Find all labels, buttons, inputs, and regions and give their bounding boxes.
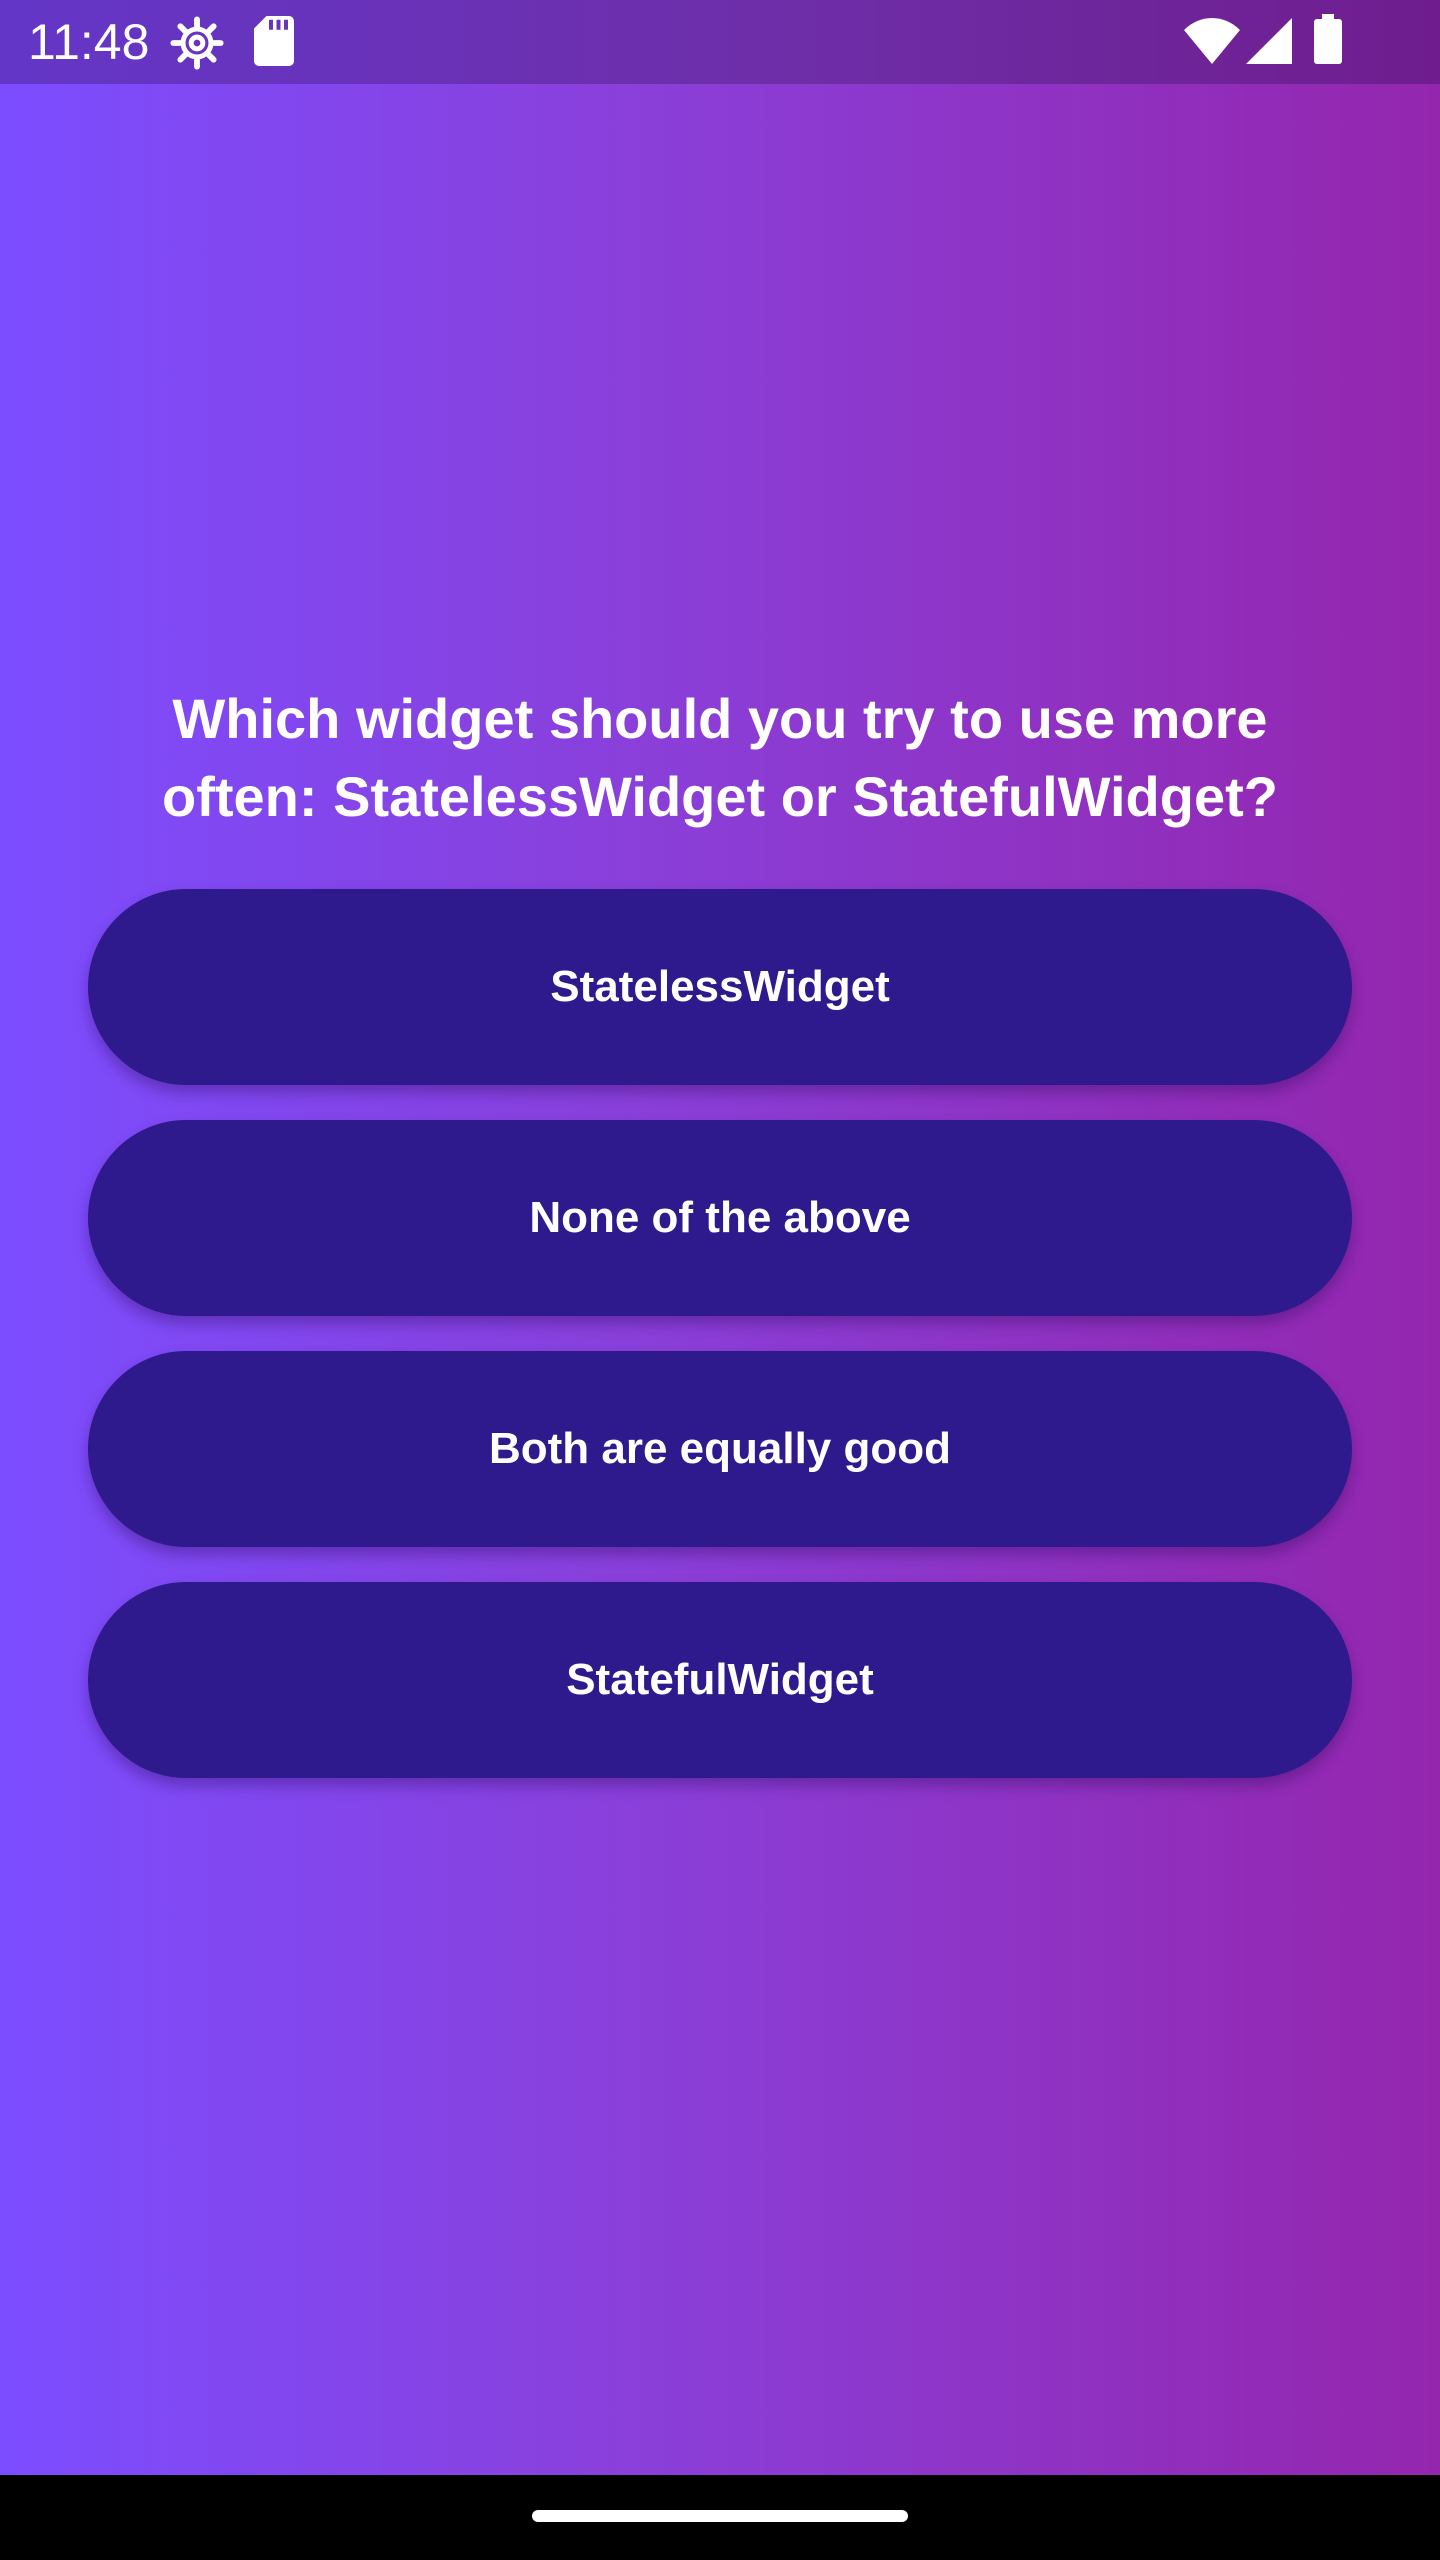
status-bar: 11:48 xyxy=(0,0,1440,84)
question-text: Which widget should you try to use more … xyxy=(162,687,1278,828)
answer-button-stateless[interactable]: StatelessWidget xyxy=(88,889,1352,1085)
answer-label: StatefulWidget xyxy=(566,1655,874,1704)
sd-card-icon xyxy=(254,16,294,66)
status-time: 11:48 xyxy=(28,14,150,70)
battery-icon xyxy=(1314,14,1342,64)
answer-label: StatelessWidget xyxy=(550,962,890,1011)
answer-button-none[interactable]: None of the above xyxy=(88,1120,1352,1316)
quiz-screen: 11:48 Which widget should you try to use… xyxy=(0,0,1440,2475)
answer-button-stateful[interactable]: StatefulWidget xyxy=(88,1582,1352,1778)
home-gesture-handle[interactable] xyxy=(532,2510,908,2522)
answer-button-both[interactable]: Both are equally good xyxy=(88,1351,1352,1547)
answer-label: None of the above xyxy=(529,1193,911,1242)
settings-gear-icon xyxy=(170,16,224,70)
answer-label: Both are equally good xyxy=(488,1424,952,1473)
cell-signal-icon xyxy=(1246,18,1292,64)
wifi-icon xyxy=(1184,18,1240,64)
